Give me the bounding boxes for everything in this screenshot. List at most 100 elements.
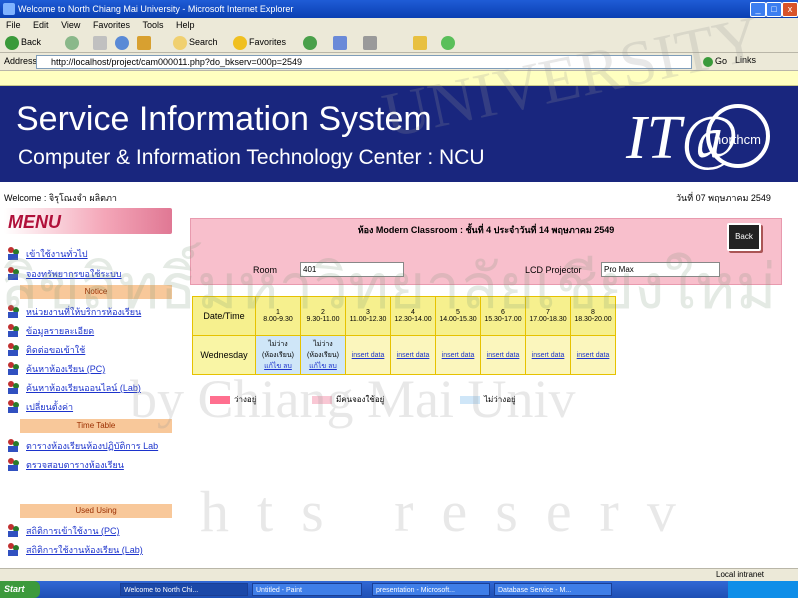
sidebar-item-search-pc[interactable]: ค้นหาห้องเรียน (PC) bbox=[4, 359, 176, 377]
menu-favorites[interactable]: Favorites bbox=[93, 20, 130, 30]
sidebar-item-general[interactable]: เข้าใช้งานทั่วไป bbox=[4, 244, 176, 262]
booked-type: (ห้องเรียน) bbox=[262, 351, 294, 359]
window-titlebar: Welcome to North Chiang Mai University -… bbox=[0, 0, 798, 18]
go-button[interactable]: Go bbox=[700, 55, 730, 68]
free-cell: insert data bbox=[570, 335, 616, 375]
links-button[interactable]: Links bbox=[735, 55, 756, 65]
edit-delete-link[interactable]: แก้ไข ลบ bbox=[264, 363, 292, 370]
menu-edit[interactable]: Edit bbox=[33, 20, 49, 30]
sidebar-item-settings[interactable]: เปลี่ยนตั้งค่า bbox=[4, 397, 176, 415]
history-icon bbox=[303, 35, 317, 50]
menu-view[interactable]: View bbox=[61, 20, 80, 30]
home-button[interactable] bbox=[134, 34, 156, 50]
slot-time: 8.00-9.30 bbox=[263, 316, 293, 323]
window-title: Welcome to North Chiang Mai University -… bbox=[18, 4, 294, 14]
close-button[interactable]: x bbox=[782, 2, 798, 17]
menu-bar: File Edit View Favorites Tools Help bbox=[0, 18, 798, 32]
edit-delete-link[interactable]: แก้ไข ลบ bbox=[309, 363, 337, 370]
free-cell: insert data bbox=[345, 335, 391, 375]
slot-time: 17.00-18.30 bbox=[529, 316, 567, 323]
insert-data-link[interactable]: insert data bbox=[577, 352, 610, 359]
address-input[interactable]: http://localhost/project/cam000011.php?d… bbox=[36, 55, 692, 69]
start-button[interactable]: Start bbox=[0, 581, 40, 598]
print-button[interactable] bbox=[360, 34, 382, 50]
sidebar-menu: MENU เข้าใช้งานทั่วไป จองทรัพยากรขอใช้ระ… bbox=[4, 208, 176, 560]
search-button[interactable]: Search bbox=[170, 34, 221, 50]
address-label: Address bbox=[4, 56, 38, 66]
slot-number: 2 bbox=[321, 309, 325, 316]
sidebar-item-label: สถิติการใช้งานห้องเรียน (Lab) bbox=[26, 545, 143, 555]
current-date: วันที่ 07 พฤษภาคม 2549 bbox=[676, 193, 771, 203]
slot-time: 14.00-15.30 bbox=[439, 316, 477, 323]
print-icon bbox=[363, 35, 377, 50]
insert-data-link[interactable]: insert data bbox=[442, 352, 475, 359]
people-icon bbox=[8, 343, 19, 356]
sidebar-item-label: สถิติการเข้าใช้งาน (PC) bbox=[26, 526, 120, 536]
people-icon bbox=[8, 400, 19, 413]
task-database[interactable]: Database Service - M... bbox=[494, 583, 612, 596]
insert-data-link[interactable]: insert data bbox=[532, 352, 565, 359]
legend-label: มีคนจองใช้อยู่ bbox=[336, 395, 385, 404]
schedule-day-row: Wednesday ไม่ว่าง (ห้องเรียน) แก้ไข ลบ ไม่… bbox=[192, 335, 616, 375]
legend-booked: มีคนจองใช้อยู่ bbox=[312, 394, 384, 406]
task-powerpoint[interactable]: presentation - Microsoft... bbox=[372, 583, 490, 596]
people-icon bbox=[8, 267, 19, 280]
menu-tools[interactable]: Tools bbox=[142, 20, 163, 30]
schedule-corner: Date/Time bbox=[192, 296, 256, 336]
sidebar-item-label: ค้นหาห้องเรียนออนไลน์ (Lab) bbox=[26, 383, 141, 393]
sidebar-item-details[interactable]: ข้อมูลรายละเอียด bbox=[4, 321, 176, 339]
stop-button[interactable] bbox=[90, 34, 112, 50]
sidebar-item-reserve[interactable]: จองทรัพยากรขอใช้ระบบ bbox=[4, 264, 176, 282]
legend-label: ว่างอยู่ bbox=[234, 395, 257, 404]
mail-icon bbox=[333, 35, 347, 50]
mail-button[interactable] bbox=[330, 34, 352, 50]
favorites-button[interactable]: Favorites bbox=[230, 34, 289, 50]
free-cell: insert data bbox=[390, 335, 436, 375]
watermark-line2: hts reserv bbox=[200, 479, 704, 544]
folder-button[interactable] bbox=[410, 34, 432, 50]
legend-available: ว่างอยู่ bbox=[210, 394, 256, 406]
sidebar-item-contact[interactable]: ติดต่อขอเข้าใช้ bbox=[4, 340, 176, 358]
sidebar-item-check-timetable[interactable]: ตรวจสอบตารางห้องเรียน bbox=[4, 455, 176, 473]
sidebar-item-stats-lab[interactable]: สถิติการใช้งานห้องเรียน (Lab) bbox=[4, 540, 176, 558]
back-button[interactable]: Back bbox=[2, 34, 44, 50]
task-paint[interactable]: Untitled - Paint bbox=[252, 583, 362, 596]
insert-data-link[interactable]: insert data bbox=[352, 352, 385, 359]
back-arrow-icon bbox=[5, 35, 19, 50]
maximize-button[interactable]: □ bbox=[766, 2, 782, 17]
go-arrow-icon bbox=[703, 56, 713, 67]
sidebar-item-service-units[interactable]: หน่วยงานที่ให้บริการห้องเรียน bbox=[4, 302, 176, 320]
minimize-button[interactable]: _ bbox=[750, 2, 766, 17]
sidebar-item-search-lab[interactable]: ค้นหาห้องเรียนออนไลน์ (Lab) bbox=[4, 378, 176, 396]
room-input[interactable]: 401 bbox=[300, 262, 404, 277]
slot-number: 8 bbox=[591, 309, 595, 316]
lcd-projector-label: LCD Projector bbox=[525, 265, 582, 275]
sidebar-item-stats-pc[interactable]: สถิติการเข้าใช้งาน (PC) bbox=[4, 521, 176, 539]
favorites-label: Favorites bbox=[249, 37, 287, 47]
back-hand-button[interactable]: Back bbox=[727, 223, 761, 251]
it-at-logo: IT@ northcm bbox=[625, 104, 770, 172]
sidebar-item-label: ข้อมูลรายละเอียด bbox=[26, 326, 95, 336]
forward-button[interactable] bbox=[62, 34, 84, 50]
history-button[interactable] bbox=[300, 34, 322, 50]
insert-data-link[interactable]: insert data bbox=[487, 352, 520, 359]
slot-number: 6 bbox=[501, 309, 505, 316]
ie-app-icon bbox=[3, 3, 15, 15]
slot-number: 5 bbox=[456, 309, 460, 316]
legend-label: ไม่ว่างอยู่ bbox=[484, 395, 516, 404]
menu-help[interactable]: Help bbox=[176, 20, 195, 30]
sidebar-item-label: ติดต่อขอเข้าใช้ bbox=[26, 345, 86, 355]
slot-time: 9.30-11.00 bbox=[306, 316, 340, 323]
sidebar-item-lab-timetable[interactable]: ตารางห้องเรียนห้องปฏิบัติการ Lab bbox=[4, 436, 176, 454]
sidebar-section-timetable: Time Table bbox=[20, 419, 172, 433]
lcd-projector-input[interactable]: Pro Max bbox=[601, 262, 720, 277]
slot-number: 1 bbox=[276, 309, 280, 316]
schedule-header-row: Date/Time 1 8.00-9.30 2 9.30-11.00 3 11.00-… bbox=[192, 296, 616, 336]
sidebar-item-label: หน่วยงานที่ให้บริการห้องเรียน bbox=[26, 307, 142, 317]
refresh-button[interactable] bbox=[112, 34, 134, 50]
menu-file[interactable]: File bbox=[6, 20, 21, 30]
messenger-button[interactable] bbox=[438, 34, 460, 50]
insert-data-link[interactable]: insert data bbox=[397, 352, 430, 359]
slot-time: 18.30-20.00 bbox=[574, 316, 612, 323]
task-ie[interactable]: Welcome to North Chi... bbox=[120, 583, 248, 596]
